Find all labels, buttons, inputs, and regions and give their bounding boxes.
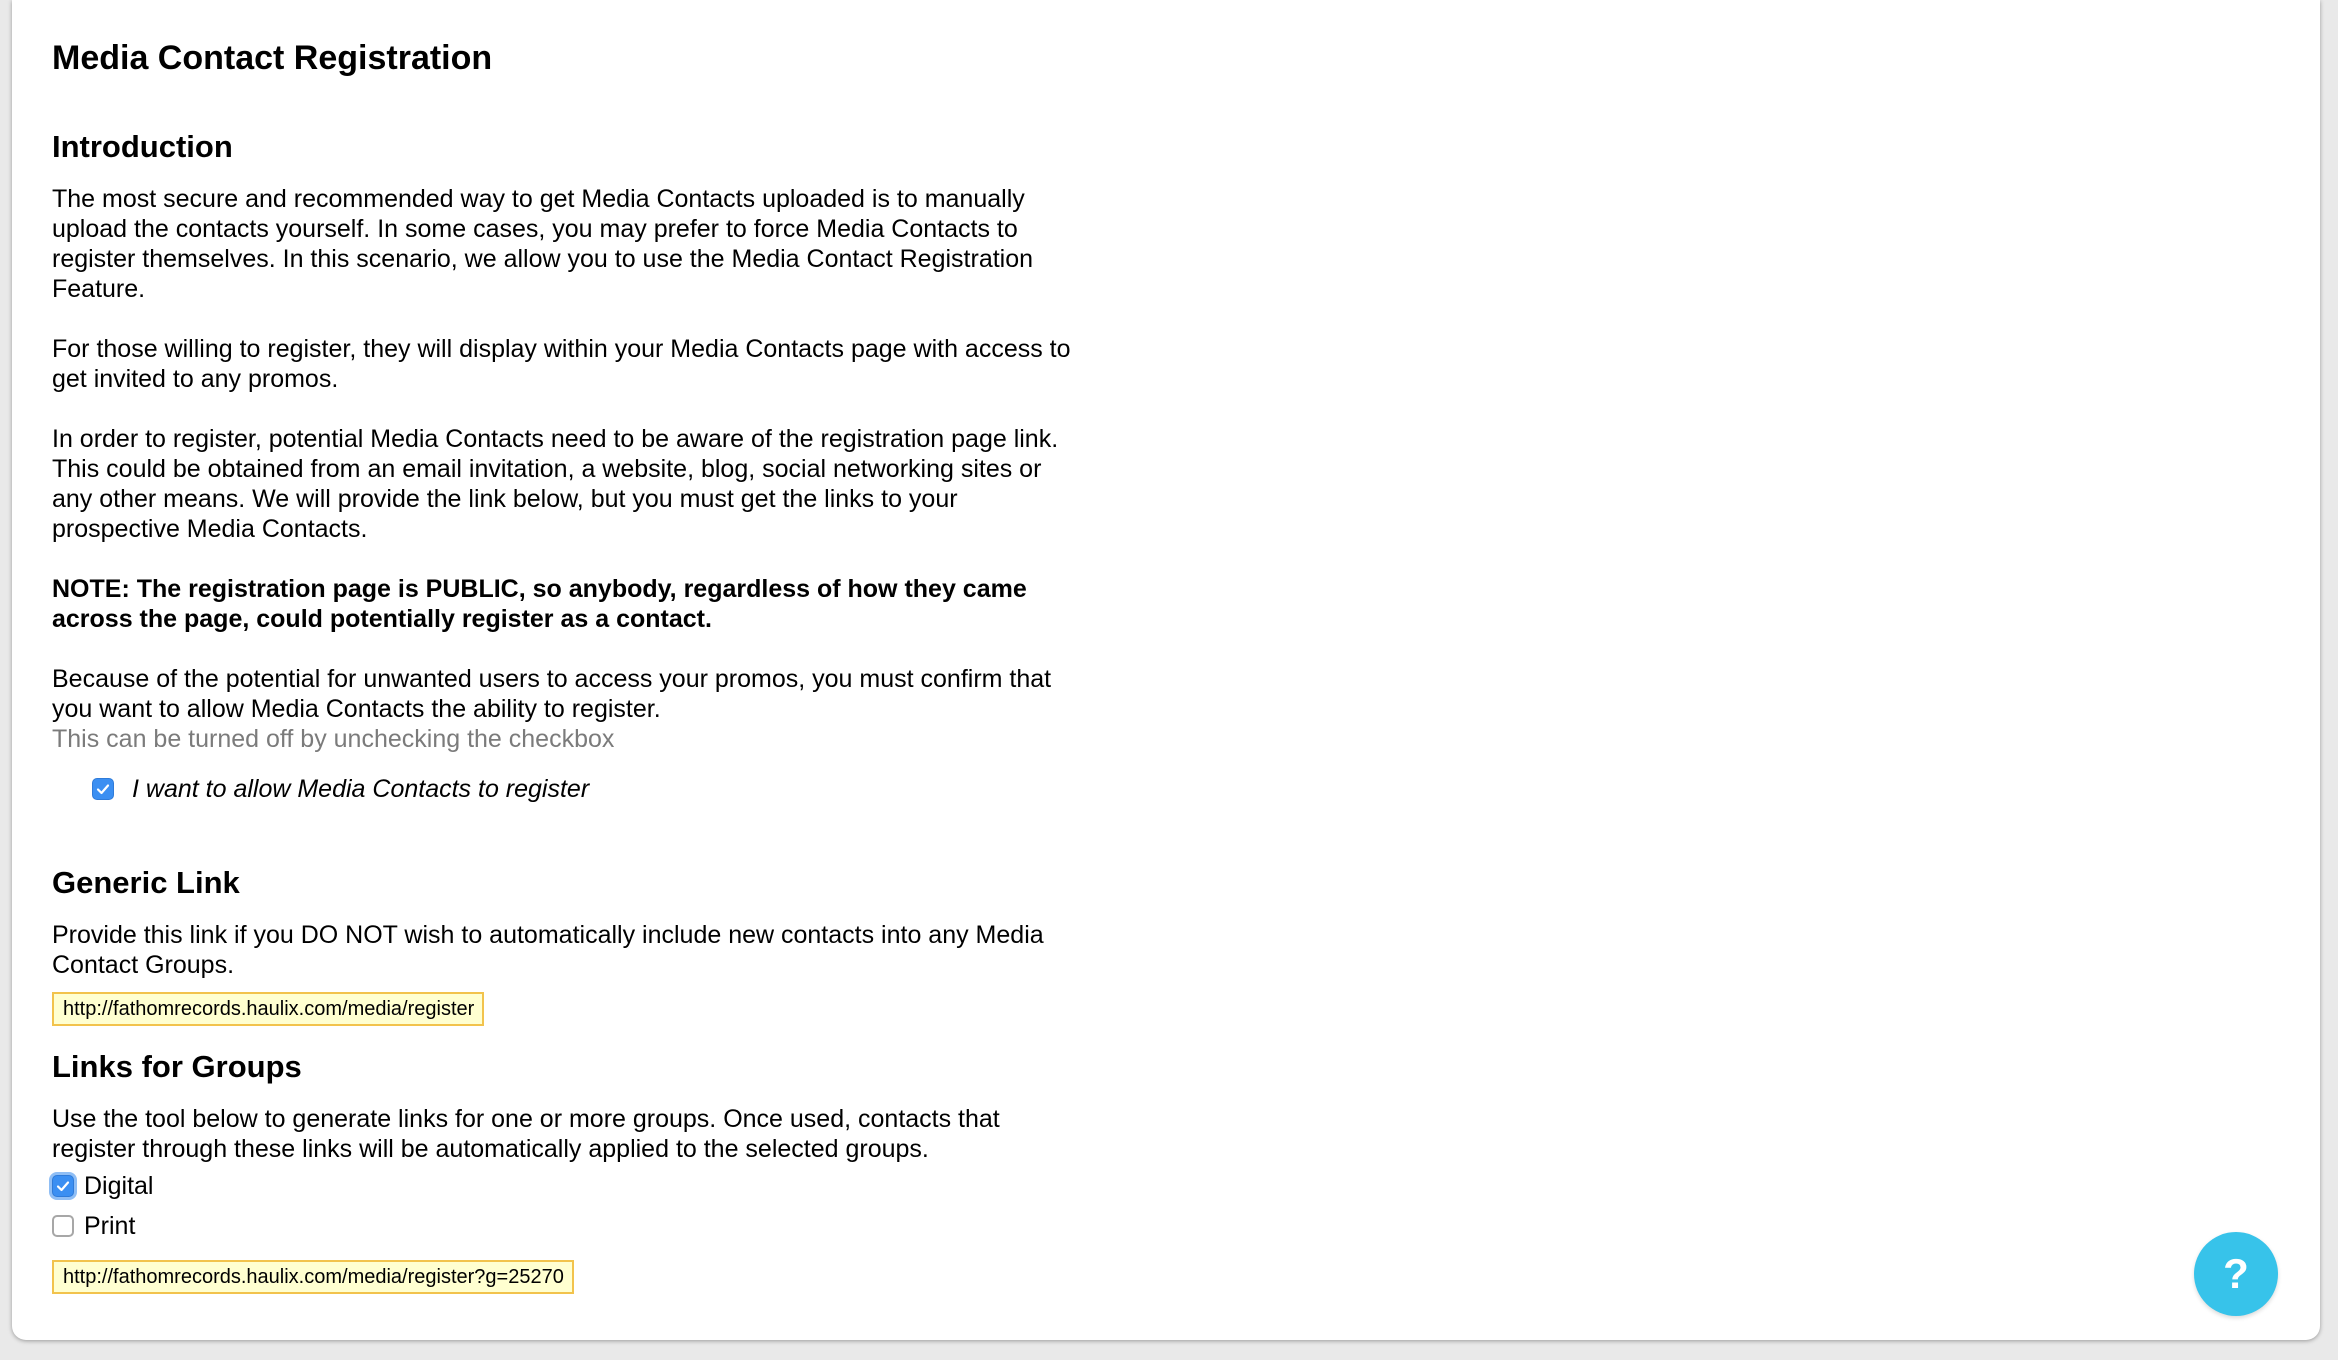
group-digital-label[interactable]: Digital — [84, 1172, 153, 1201]
group-print-label[interactable]: Print — [84, 1212, 135, 1241]
intro-paragraph-3: In order to register, potential Media Co… — [52, 425, 1059, 543]
introduction-heading: Introduction — [52, 129, 233, 164]
intro-paragraph-4: Because of the potential for unwanted us… — [52, 665, 1052, 723]
generic-link-heading: Generic Link — [52, 865, 240, 900]
group-link-field[interactable]: http://fathomrecords.haulix.com/media/re… — [52, 1260, 574, 1294]
allow-registration-label[interactable]: I want to allow Media Contacts to regist… — [132, 775, 589, 804]
public-warning-note: NOTE: The registration page is PUBLIC, s… — [52, 575, 1027, 633]
group-digital-checkbox[interactable] — [52, 1175, 74, 1197]
page-title: Media Contact Registration — [52, 39, 493, 77]
generic-link-description: Provide this link if you DO NOT wish to … — [52, 921, 1044, 979]
question-mark-icon: ? — [2223, 1250, 2249, 1297]
group-option-print[interactable]: Print — [52, 1206, 1072, 1246]
registration-panel: Media Contact Registration Introduction … — [12, 0, 2320, 1340]
help-button[interactable]: ? — [2194, 1232, 2278, 1316]
checkmark-icon — [96, 784, 110, 795]
allow-registration-row[interactable]: I want to allow Media Contacts to regist… — [92, 772, 1072, 806]
intro-paragraph-2: For those willing to register, they will… — [52, 335, 1071, 393]
allow-registration-checkbox[interactable] — [92, 778, 114, 800]
group-links-description: Use the tool below to generate links for… — [52, 1105, 1000, 1163]
checkmark-icon — [56, 1181, 70, 1192]
generic-link-field[interactable]: http://fathomrecords.haulix.com/media/re… — [52, 992, 485, 1026]
uncheck-hint: This can be turned off by unchecking the… — [52, 725, 615, 753]
intro-paragraph-1: The most secure and recommended way to g… — [52, 185, 1034, 303]
group-option-digital[interactable]: Digital — [52, 1166, 1072, 1206]
group-links-heading: Links for Groups — [52, 1049, 302, 1084]
group-print-checkbox[interactable] — [52, 1215, 74, 1237]
main-content: Media Contact Registration Introduction … — [52, 36, 1072, 1316]
